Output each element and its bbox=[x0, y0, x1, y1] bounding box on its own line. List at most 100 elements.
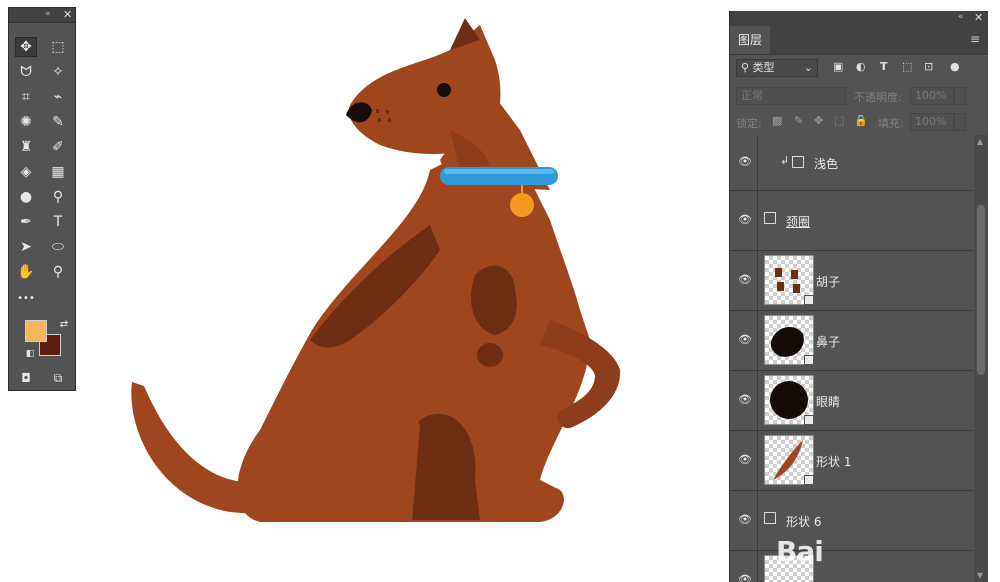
layer-row[interactable]: 👁 鼻子 bbox=[730, 311, 973, 371]
adjustment-filter-icon[interactable]: ◐ bbox=[856, 60, 866, 73]
eye-divider bbox=[757, 491, 758, 550]
eye-divider bbox=[757, 371, 758, 430]
fill-label: 填充: bbox=[878, 117, 904, 130]
vector-badge-icon bbox=[804, 475, 814, 485]
dog-whisker-1 bbox=[376, 109, 379, 113]
screen-mode-icon[interactable]: ⧉ bbox=[47, 368, 69, 388]
blend-mode-select[interactable]: 正常 bbox=[736, 87, 846, 105]
layer-row[interactable]: 👁 形状 1 bbox=[730, 431, 973, 491]
layers-tab-row: 图层 ≡ bbox=[730, 26, 988, 55]
hand-tool-icon[interactable]: ✋ bbox=[15, 262, 37, 282]
layer-row[interactable]: 👁 ↲ 浅色 bbox=[730, 135, 973, 191]
dog-whisker-3 bbox=[378, 118, 381, 122]
zoom-tool-icon[interactable]: ⚲ bbox=[47, 262, 69, 282]
magic-wand-tool-icon[interactable]: ✧ bbox=[47, 62, 69, 82]
lock-pixels-icon[interactable]: ✎ bbox=[794, 114, 803, 127]
layer-name: 颈圈 bbox=[786, 215, 811, 229]
layer-thumbnail bbox=[764, 375, 814, 425]
visibility-eye-icon[interactable]: 👁 bbox=[738, 513, 752, 526]
eye-divider bbox=[757, 551, 758, 582]
swap-colors-icon[interactable]: ⇄ bbox=[53, 314, 75, 334]
filter-toggle-icon[interactable]: ● bbox=[950, 60, 960, 73]
pen-tool-icon[interactable]: ✒ bbox=[15, 212, 37, 232]
brush-tool-icon[interactable]: ✎ bbox=[47, 112, 69, 132]
layer-name: 形状 1 bbox=[816, 455, 852, 469]
lock-all-icon[interactable]: 🔒 bbox=[854, 114, 868, 127]
type-filter-icon[interactable]: T bbox=[880, 60, 888, 73]
visibility-eye-icon[interactable]: 👁 bbox=[738, 273, 752, 286]
layer-row[interactable]: 👁 颈圈 bbox=[730, 191, 973, 251]
opacity-dropdown[interactable] bbox=[954, 87, 966, 105]
dog-eye bbox=[437, 83, 451, 97]
move-tool-icon[interactable]: ✥ bbox=[15, 37, 37, 57]
eyedropper-tool-icon[interactable]: ⌁ bbox=[47, 87, 69, 107]
dog-whisker-2 bbox=[386, 110, 389, 114]
lock-label: 锁定: bbox=[736, 117, 762, 130]
layers-scrollbar[interactable]: ▲ ▼ bbox=[974, 135, 988, 582]
filter-kind-select[interactable]: ⚲ 类型 ⌄ bbox=[736, 59, 818, 77]
blend-row: 正常 不透明度: 100% bbox=[730, 83, 988, 109]
opacity-field[interactable]: 100% bbox=[910, 87, 954, 105]
lock-artboard-icon[interactable]: ⬚ bbox=[834, 114, 844, 127]
tools-panel-titlebar[interactable]: « ✕ bbox=[9, 8, 75, 23]
collapse-icon[interactable]: « bbox=[958, 12, 964, 22]
layer-name: 浅色 bbox=[814, 157, 839, 171]
crop-tool-icon[interactable]: ⌗ bbox=[15, 87, 37, 107]
pixel-filter-icon[interactable]: ▣ bbox=[833, 60, 843, 73]
fill-field[interactable]: 100% bbox=[910, 113, 954, 131]
smart-object-filter-icon[interactable]: ⊡ bbox=[924, 60, 933, 73]
visibility-eye-icon[interactable]: 👁 bbox=[738, 453, 752, 466]
dodge-tool-icon[interactable]: ⚲ bbox=[47, 187, 69, 207]
close-icon[interactable]: ✕ bbox=[974, 11, 983, 24]
type-tool-icon[interactable]: T bbox=[47, 212, 69, 232]
close-icon[interactable]: ✕ bbox=[63, 8, 72, 21]
layer-row[interactable]: 👁 胡子 bbox=[730, 251, 973, 311]
layers-panel-titlebar[interactable]: « ✕ bbox=[730, 11, 988, 26]
eye-divider bbox=[757, 431, 758, 490]
scrollbar-thumb[interactable] bbox=[977, 205, 985, 375]
default-colors-icon[interactable]: ◧ bbox=[19, 344, 41, 364]
layer-row[interactable]: 👁 bbox=[730, 551, 973, 582]
foreground-color-swatch[interactable] bbox=[25, 320, 47, 342]
layer-name: 眼睛 bbox=[816, 395, 841, 409]
clipping-mask-icon: ↲ bbox=[780, 154, 790, 167]
eraser-tool-icon[interactable]: ◈ bbox=[15, 162, 37, 182]
dog-collar-highlight bbox=[444, 169, 554, 174]
layer-row[interactable]: 👁 眼睛 bbox=[730, 371, 973, 431]
shape-layer-icon bbox=[764, 212, 776, 224]
layer-row[interactable]: 👁 形状 6 bbox=[730, 491, 973, 551]
collapse-icon[interactable]: « bbox=[45, 9, 51, 19]
tab-layers[interactable]: 图层 bbox=[730, 26, 770, 54]
panel-menu-icon[interactable]: ≡ bbox=[970, 32, 980, 46]
document-canvas[interactable] bbox=[120, 10, 640, 530]
blur-tool-icon[interactable]: ● bbox=[15, 187, 37, 207]
fill-dropdown[interactable] bbox=[954, 113, 966, 131]
lasso-tool-icon[interactable]: ᗢ bbox=[15, 62, 37, 82]
healing-brush-tool-icon[interactable]: ✺ bbox=[15, 112, 37, 132]
ellipse-tool-icon[interactable]: ⬭ bbox=[47, 237, 69, 257]
shape-filter-icon[interactable]: ⬚ bbox=[902, 60, 912, 73]
visibility-eye-icon[interactable]: 👁 bbox=[738, 213, 752, 226]
lock-transparency-icon[interactable]: ▩ bbox=[772, 114, 782, 127]
rect-marquee-tool-icon[interactable]: ⬚ bbox=[47, 37, 69, 57]
layer-name: 形状 6 bbox=[786, 515, 822, 529]
layer-filter-row: ⚲ 类型 ⌄ ▣ ◐ T ⬚ ⊡ ● bbox=[730, 55, 988, 81]
visibility-eye-icon[interactable]: 👁 bbox=[738, 333, 752, 346]
quick-mask-icon[interactable]: ◘ bbox=[15, 368, 37, 388]
more-tools-icon[interactable]: ••• bbox=[15, 288, 37, 308]
path-selection-tool-icon[interactable]: ➤ bbox=[15, 237, 37, 257]
history-brush-tool-icon[interactable]: ✐ bbox=[47, 137, 69, 157]
visibility-eye-icon[interactable]: 👁 bbox=[738, 573, 752, 582]
vector-badge-icon bbox=[804, 295, 814, 305]
layers-panel: « ✕ 图层 ≡ ⚲ 类型 ⌄ ▣ ◐ T ⬚ ⊡ ● 正常 不透明度: 100… bbox=[729, 11, 988, 582]
search-icon: ⚲ bbox=[741, 61, 750, 74]
opacity-label: 不透明度: bbox=[854, 91, 902, 104]
visibility-eye-icon[interactable]: 👁 bbox=[738, 155, 752, 168]
clone-stamp-tool-icon[interactable]: ♜ bbox=[15, 137, 37, 157]
gradient-tool-icon[interactable]: ▦ bbox=[47, 162, 69, 182]
shape-layer-icon bbox=[792, 156, 804, 168]
lock-position-icon[interactable]: ✥ bbox=[814, 114, 823, 127]
scroll-down-icon[interactable]: ▼ bbox=[977, 571, 983, 580]
scroll-up-icon[interactable]: ▲ bbox=[977, 137, 983, 146]
visibility-eye-icon[interactable]: 👁 bbox=[738, 393, 752, 406]
